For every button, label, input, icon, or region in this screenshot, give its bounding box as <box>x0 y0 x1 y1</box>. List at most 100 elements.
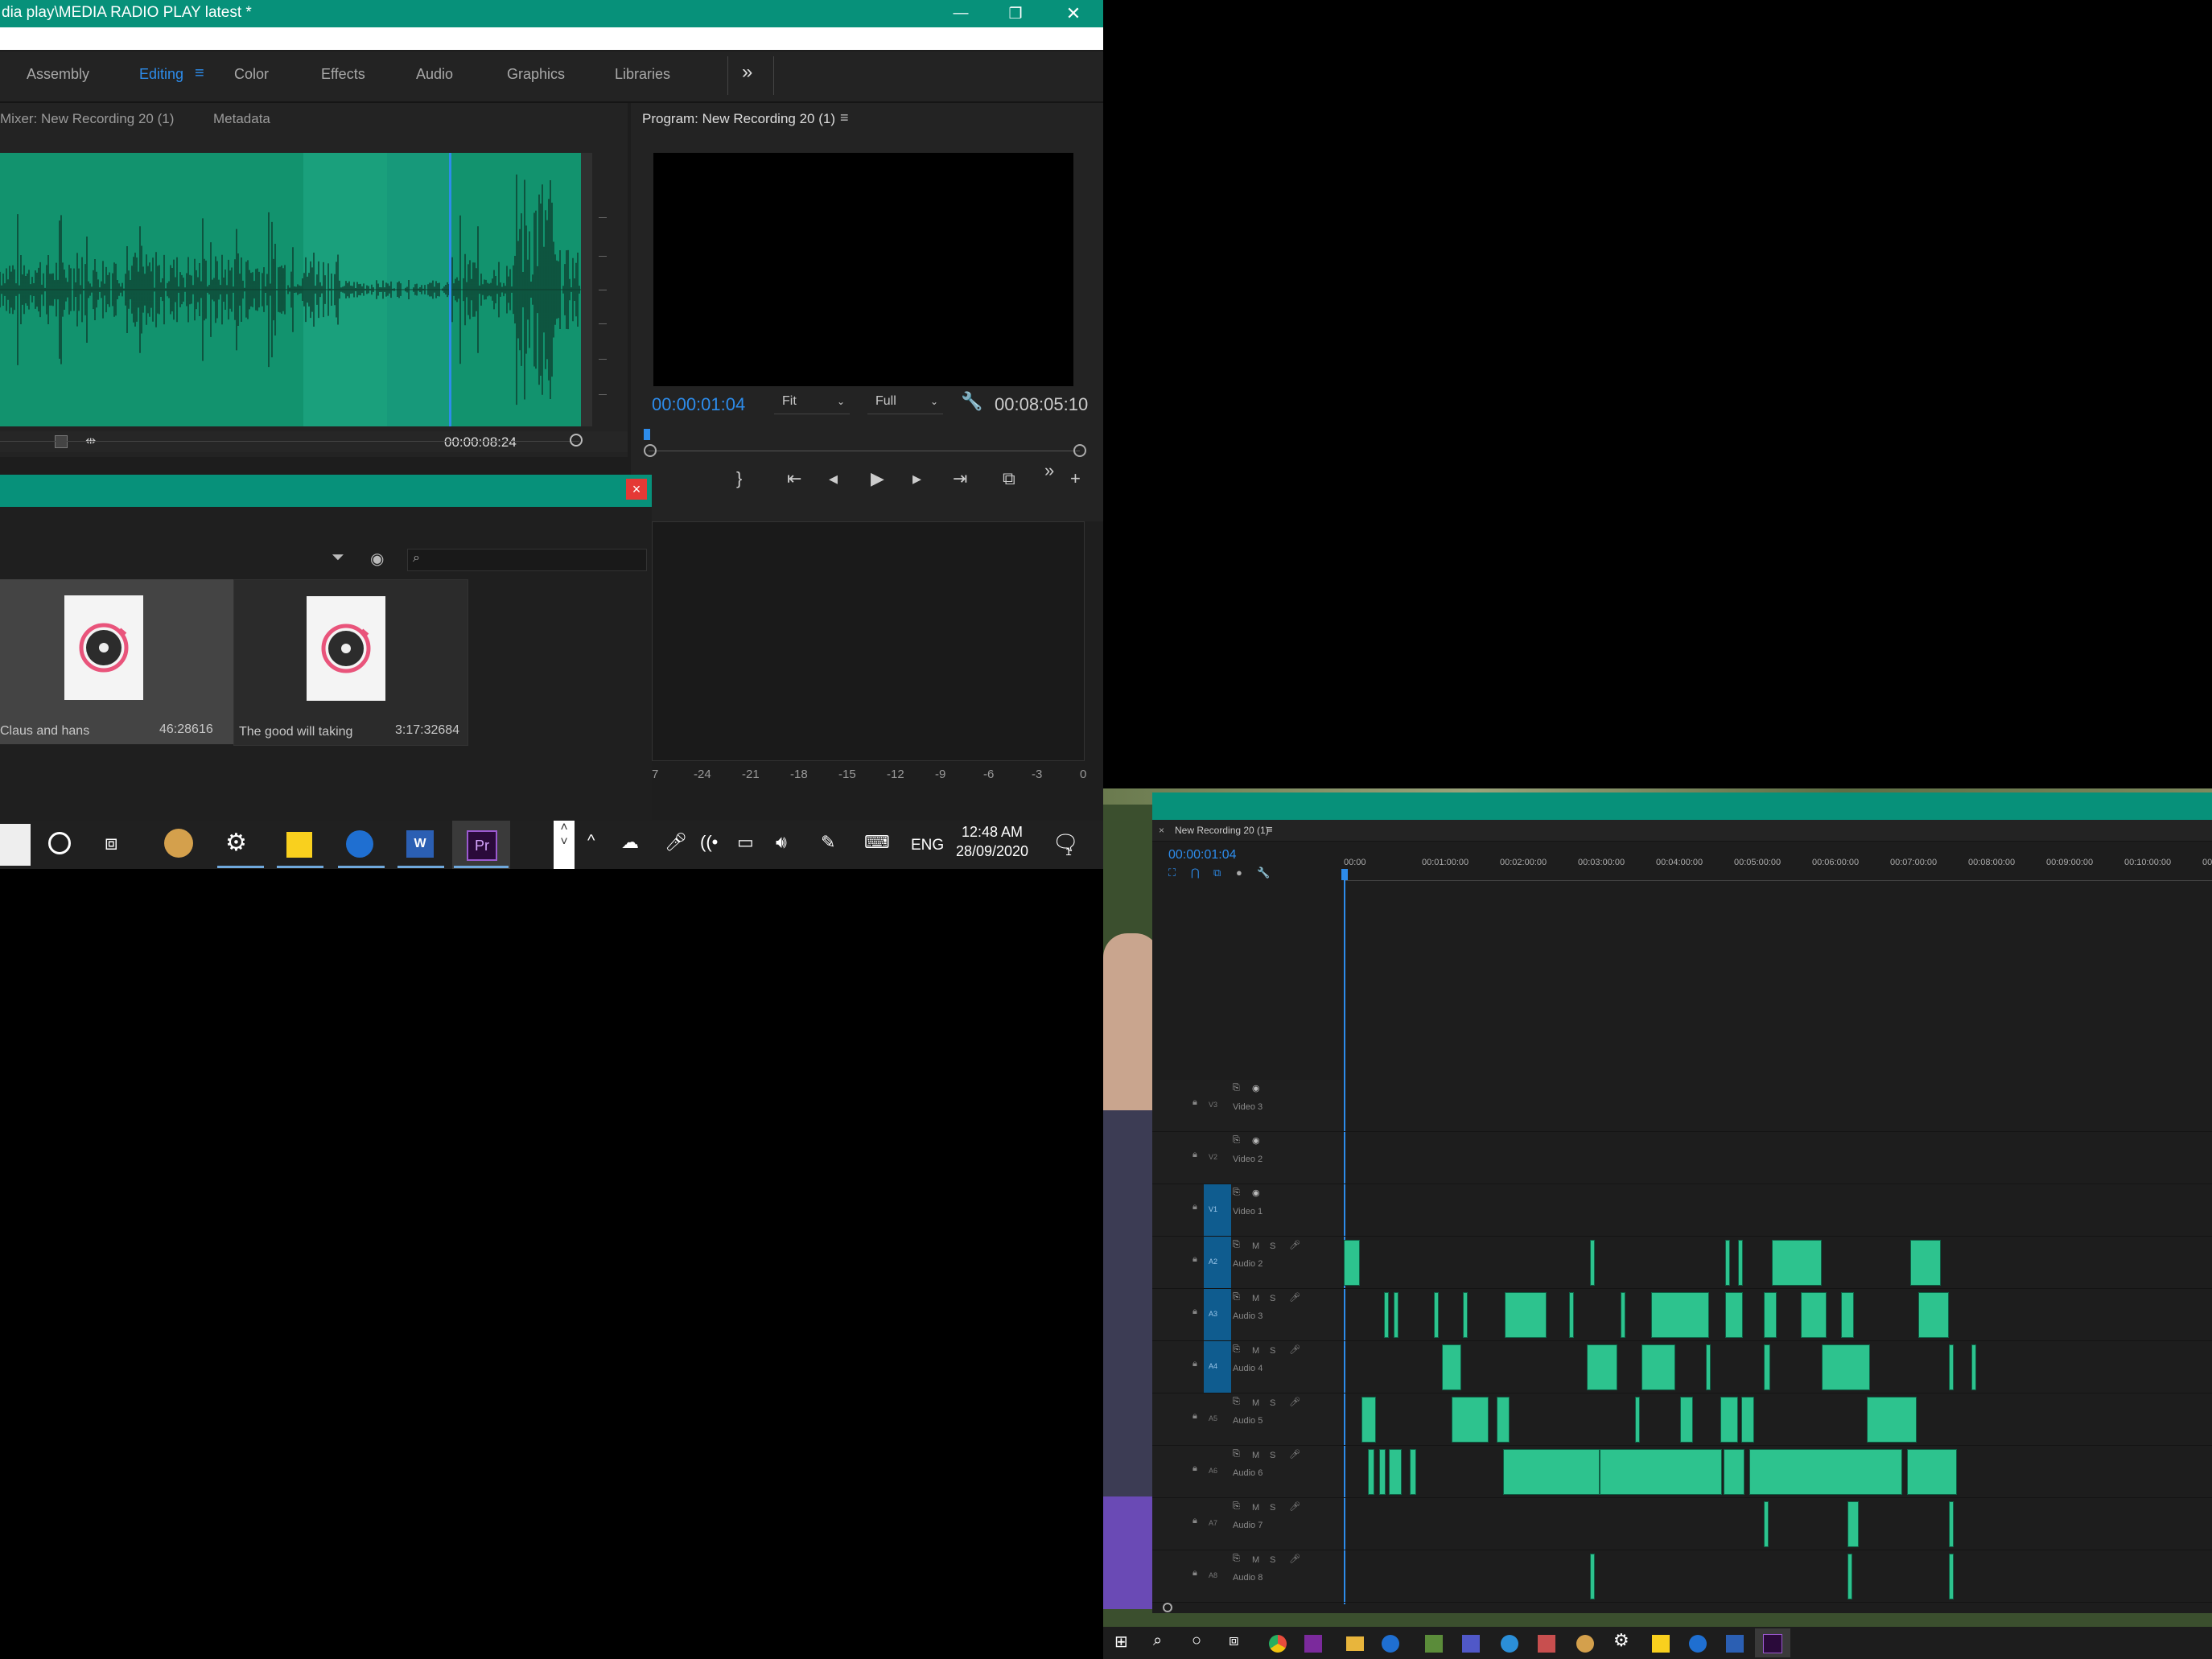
track-target-toggle[interactable]: A8 <box>1204 1550 1231 1602</box>
audio-clip[interactable] <box>1764 1344 1770 1390</box>
lock-track-icon[interactable]: 🔒︎ <box>1193 1516 1197 1526</box>
lock-track-icon[interactable]: 🔒︎ <box>1193 1411 1197 1422</box>
track-target-toggle[interactable]: A5 <box>1204 1393 1231 1445</box>
more-controls-icon[interactable]: » <box>1044 460 1054 481</box>
tab-audio-clip-mixer[interactable]: Mixer: New Recording 20 (1) <box>0 111 174 127</box>
project-item[interactable]: The good will taking 3:17:32684 <box>233 579 468 746</box>
audio-clip[interactable] <box>1867 1397 1917 1443</box>
snap-icon[interactable]: ⋂ <box>1191 867 1200 879</box>
lock-track-icon[interactable]: 🔒︎ <box>1193 1307 1197 1317</box>
audio-clip[interactable] <box>1801 1292 1827 1338</box>
audio-clip[interactable] <box>1497 1397 1510 1443</box>
pen-icon[interactable]: ✎ <box>821 832 835 853</box>
zoom-scrollbar[interactable] <box>581 153 592 426</box>
audio-clip[interactable] <box>1651 1292 1709 1338</box>
audio-clip[interactable] <box>1503 1449 1600 1495</box>
step-back-icon[interactable]: ◂ <box>829 468 838 489</box>
timeline-playhead-head[interactable] <box>1341 869 1348 880</box>
audio-clip[interactable] <box>1706 1344 1711 1390</box>
timeline-scrollbar[interactable] <box>1163 1603 2209 1612</box>
steam-icon[interactable] <box>1382 1635 1399 1653</box>
sync-lock-icon[interactable]: ⎘ <box>1233 1292 1240 1303</box>
solo-button[interactable]: S <box>1270 1555 1275 1565</box>
sync-lock-icon[interactable]: ⎘ <box>1233 1501 1240 1512</box>
track-target-toggle[interactable]: V1 <box>1204 1184 1231 1236</box>
audio-track[interactable]: 🔒︎ A7 ⎘ M S 🎤︎ Audio 7 <box>1152 1498 2212 1550</box>
record-voiceover-icon[interactable]: 🎤︎ <box>1289 1240 1300 1250</box>
waveform-display[interactable] <box>0 153 589 426</box>
audio-clip[interactable] <box>1434 1292 1439 1338</box>
word-icon[interactable] <box>1726 1635 1744 1653</box>
program-title[interactable]: Program: New Recording 20 (1) <box>642 111 835 127</box>
audio-track[interactable]: 🔒︎ A5 ⎘ M S 🎤︎ Audio 5 <box>1152 1393 2212 1446</box>
step-forward-icon[interactable]: ▸ <box>912 468 921 489</box>
search-icon[interactable]: ⌕ <box>1153 1632 1162 1650</box>
sync-lock-icon[interactable]: ⎘ <box>1233 1449 1240 1459</box>
lock-track-icon[interactable]: 🔒︎ <box>1193 1568 1197 1579</box>
teams-icon[interactable] <box>1462 1635 1480 1653</box>
eye-icon[interactable]: ◉ <box>370 549 384 569</box>
sync-lock-icon[interactable]: ⎘ <box>1233 1135 1240 1146</box>
audio-clip[interactable] <box>1720 1397 1738 1443</box>
audio-clip[interactable] <box>1738 1240 1743 1286</box>
audio-clip[interactable] <box>1452 1397 1489 1443</box>
audio-clip[interactable] <box>1741 1397 1754 1443</box>
sync-lock-icon[interactable]: ⎘ <box>1233 1344 1240 1355</box>
close-project-button[interactable]: × <box>626 479 647 500</box>
keyboard-icon[interactable]: ⌨ <box>864 832 890 853</box>
close-button[interactable]: ✕ <box>1046 0 1101 27</box>
audio-clip[interactable] <box>1344 1240 1360 1286</box>
solo-button[interactable]: S <box>1270 1503 1275 1513</box>
solo-button[interactable]: S <box>1270 1346 1275 1356</box>
audio-clip[interactable] <box>1442 1344 1461 1390</box>
task-view-icon[interactable]: ⧈ <box>1229 1632 1239 1650</box>
mute-button[interactable]: M <box>1252 1241 1259 1251</box>
track-target-toggle[interactable]: A7 <box>1204 1498 1231 1550</box>
audio-clip[interactable] <box>1569 1292 1574 1338</box>
timeline-timecode[interactable]: 00:00:01:04 <box>1168 848 1237 862</box>
audio-clip[interactable] <box>1505 1292 1547 1338</box>
audio-clip[interactable] <box>1725 1240 1730 1286</box>
audio-track[interactable]: 🔒︎ A8 ⎘ M S 🎤︎ Audio 8 <box>1152 1550 2212 1603</box>
audio-clip[interactable] <box>1764 1501 1769 1547</box>
record-voiceover-icon[interactable]: 🎤︎ <box>1289 1344 1300 1355</box>
audio-clip[interactable] <box>1764 1292 1777 1338</box>
playhead[interactable] <box>449 153 451 426</box>
onenote-icon[interactable] <box>1304 1635 1322 1653</box>
mute-button[interactable]: M <box>1252 1451 1259 1460</box>
source-timecode[interactable]: 00:00:08:24 <box>444 434 517 451</box>
video-track[interactable]: 🔒︎ V1 ⎘ ◉ Video 1 <box>1152 1184 2212 1237</box>
language-indicator[interactable]: ENG <box>911 837 944 854</box>
show-hidden-icons[interactable]: ^ <box>587 832 595 850</box>
skype-icon[interactable] <box>1501 1635 1518 1653</box>
audio-track[interactable]: 🔒︎ A3 ⎘ M S 🎤︎ Audio 3 <box>1152 1289 2212 1341</box>
track-target-toggle[interactable]: V3 <box>1204 1080 1231 1131</box>
audio-clip[interactable] <box>1971 1344 1976 1390</box>
audio-clip[interactable] <box>1379 1449 1386 1495</box>
audio-clip[interactable] <box>1587 1344 1617 1390</box>
cortana-icon[interactable] <box>48 832 71 854</box>
solo-button[interactable]: S <box>1270 1451 1275 1460</box>
explorer-icon[interactable] <box>1346 1636 1364 1651</box>
zoom-handle[interactable] <box>570 434 583 447</box>
audio-clip[interactable] <box>1389 1449 1402 1495</box>
sync-lock-icon[interactable]: ⎘ <box>1233 1554 1240 1564</box>
wrench-icon[interactable]: 🔧 <box>961 391 982 412</box>
lock-track-icon[interactable]: 🔒︎ <box>1193 1463 1197 1474</box>
tab-libraries[interactable]: Libraries <box>615 66 670 83</box>
mute-button[interactable]: M <box>1252 1555 1259 1565</box>
audio-clip[interactable] <box>1949 1554 1954 1599</box>
audio-track[interactable]: 🔒︎ A6 ⎘ M S 🎤︎ Audio 6 <box>1152 1446 2212 1498</box>
track-target-toggle[interactable]: A6 <box>1204 1446 1231 1497</box>
overflow-workspaces-button[interactable]: » <box>742 61 752 84</box>
steam-icon[interactable] <box>346 830 373 858</box>
task-view-icon[interactable]: ⧈ <box>105 830 118 856</box>
go-to-in-icon[interactable]: ⇤ <box>787 468 801 489</box>
audio-clip[interactable] <box>1394 1292 1398 1338</box>
audio-clip[interactable] <box>1907 1449 1957 1495</box>
lock-track-icon[interactable]: 🔒︎ <box>1193 1254 1197 1265</box>
wifi-icon[interactable]: ((• <box>700 832 718 853</box>
microphone-icon[interactable]: 🎤︎ <box>665 832 687 853</box>
nest-icon[interactable]: ⛶ <box>1168 867 1176 879</box>
tab-audio[interactable]: Audio <box>416 66 453 83</box>
